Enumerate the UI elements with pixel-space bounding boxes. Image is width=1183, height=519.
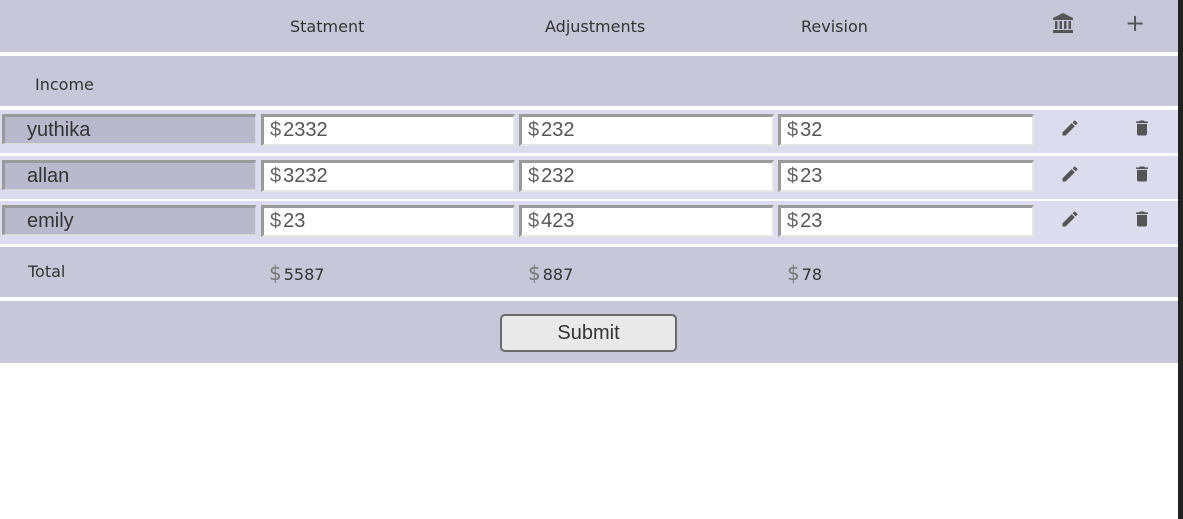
delete-icon[interactable] bbox=[1132, 209, 1152, 229]
total-revision-value: 78 bbox=[801, 265, 823, 284]
total-revision: $78 bbox=[787, 261, 822, 285]
revision-value: 23 bbox=[800, 210, 823, 232]
adjustments-field[interactable]: $423 bbox=[519, 205, 774, 237]
table-header: Statment Adjustments Revision + bbox=[0, 0, 1178, 52]
income-label: Income bbox=[35, 75, 94, 94]
currency-symbol: $ bbox=[787, 261, 800, 285]
table-row: emily $23 $423 $23 bbox=[0, 201, 1178, 244]
adjustments-value: 232 bbox=[541, 119, 575, 141]
total-label: Total bbox=[28, 262, 66, 281]
statement-field[interactable]: $3232 bbox=[261, 160, 515, 192]
currency-symbol: $ bbox=[270, 119, 282, 141]
revision-field[interactable]: $32 bbox=[778, 114, 1034, 146]
currency-symbol: $ bbox=[528, 119, 540, 141]
add-icon[interactable]: + bbox=[1123, 11, 1147, 35]
adjustments-value: 232 bbox=[541, 165, 575, 187]
table-row: yuthika $2332 $232 $32 bbox=[0, 110, 1178, 153]
total-statement: $5587 bbox=[269, 261, 324, 285]
submit-button[interactable]: Submit bbox=[500, 314, 677, 352]
currency-symbol: $ bbox=[528, 165, 540, 187]
bank-icon[interactable] bbox=[1051, 11, 1075, 35]
adjustments-value: 423 bbox=[541, 210, 575, 232]
total-adjustments-value: 887 bbox=[542, 265, 574, 284]
name-field[interactable]: yuthika bbox=[2, 114, 256, 144]
name-field[interactable]: emily bbox=[2, 205, 256, 235]
header-statement: Statment bbox=[290, 17, 365, 36]
revision-field[interactable]: $23 bbox=[778, 160, 1034, 192]
statement-field[interactable]: $23 bbox=[261, 205, 515, 237]
name-field[interactable]: allan bbox=[2, 160, 256, 190]
currency-symbol: $ bbox=[269, 261, 282, 285]
revision-value: 23 bbox=[800, 165, 823, 187]
header-adjustments: Adjustments bbox=[545, 17, 646, 36]
header-revision: Revision bbox=[801, 17, 868, 36]
currency-symbol: $ bbox=[270, 165, 282, 187]
delete-icon[interactable] bbox=[1132, 118, 1152, 138]
income-section bbox=[0, 56, 1178, 106]
currency-symbol: $ bbox=[270, 210, 282, 232]
total-adjustments: $887 bbox=[528, 261, 573, 285]
currency-symbol: $ bbox=[528, 210, 540, 232]
currency-symbol: $ bbox=[787, 165, 799, 187]
currency-symbol: $ bbox=[787, 210, 799, 232]
statement-field[interactable]: $2332 bbox=[261, 114, 515, 146]
revision-value: 32 bbox=[800, 119, 823, 141]
revision-field[interactable]: $23 bbox=[778, 205, 1034, 237]
statement-value: 23 bbox=[283, 210, 306, 232]
total-statement-value: 5587 bbox=[283, 265, 325, 284]
window-edge bbox=[1178, 0, 1183, 519]
currency-symbol: $ bbox=[528, 261, 541, 285]
edit-icon[interactable] bbox=[1060, 164, 1080, 184]
adjustments-field[interactable]: $232 bbox=[519, 160, 774, 192]
table-row: allan $3232 $232 $23 bbox=[0, 156, 1178, 199]
delete-icon[interactable] bbox=[1132, 164, 1152, 184]
statement-value: 2332 bbox=[283, 119, 328, 141]
statement-value: 3232 bbox=[283, 165, 328, 187]
adjustments-field[interactable]: $232 bbox=[519, 114, 774, 146]
currency-symbol: $ bbox=[787, 119, 799, 141]
edit-icon[interactable] bbox=[1060, 118, 1080, 138]
edit-icon[interactable] bbox=[1060, 209, 1080, 229]
total-row bbox=[0, 247, 1178, 297]
